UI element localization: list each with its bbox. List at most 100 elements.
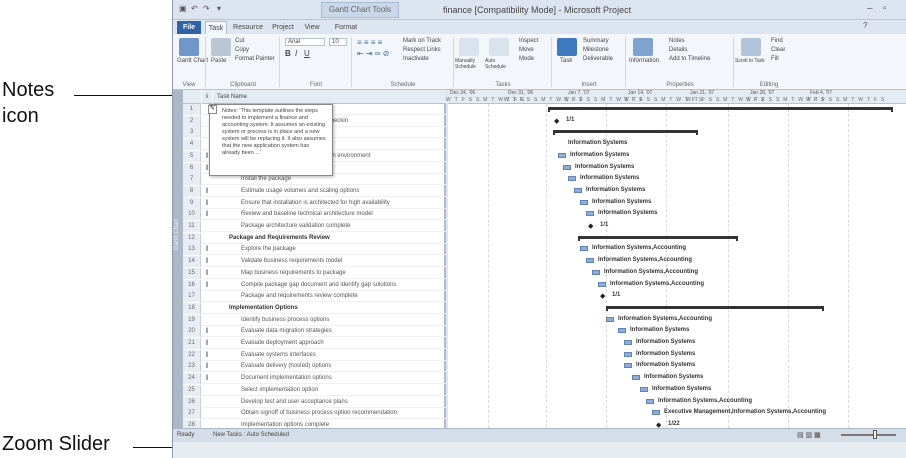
- view-bar[interactable]: Gantt Chart: [173, 90, 183, 428]
- clear-button[interactable]: Clear: [771, 47, 785, 53]
- task-bar[interactable]: [580, 246, 588, 252]
- task-name-cell[interactable]: Evaluate delivery (hosted) options: [241, 361, 446, 372]
- respect-links-button[interactable]: Respect Links: [403, 47, 441, 53]
- view-shortcut-icons[interactable]: ▤ ▥ ▦: [797, 431, 821, 439]
- table-row[interactable]: 12 Package and Requirements Review: [183, 232, 446, 244]
- manually-schedule-icon[interactable]: [459, 38, 479, 56]
- task-name-cell[interactable]: Evaluate data migration strategies: [241, 326, 446, 337]
- underline-button[interactable]: U: [304, 49, 310, 58]
- task-name-cell[interactable]: Evaluate deployment approach: [241, 338, 446, 349]
- redo-icon[interactable]: ↷: [203, 4, 210, 15]
- minimize-icon[interactable]: –: [867, 3, 873, 14]
- gantt-chart[interactable]: Dec 24, '06 W T F S S M T W T F S Dec 31, …: [446, 90, 906, 429]
- format-painter-button[interactable]: Format Painter: [235, 56, 275, 62]
- add-to-timeline-button[interactable]: Add to Timeline: [669, 56, 710, 62]
- task-bar[interactable]: [618, 328, 626, 334]
- horizontal-scrollbar[interactable]: [173, 442, 906, 458]
- table-row[interactable]: 14 ǁ Validate business requirements model: [183, 256, 446, 268]
- font-name-select[interactable]: Arial: [285, 38, 325, 46]
- indent-icons[interactable]: ⇤ ⇥ ∞ ⊘: [357, 49, 389, 58]
- task-bar[interactable]: [586, 211, 594, 217]
- mode-button[interactable]: Mode: [519, 56, 534, 62]
- paste-icon[interactable]: [211, 38, 231, 56]
- task-bar[interactable]: [646, 398, 654, 404]
- fill-button[interactable]: Fill: [771, 56, 779, 62]
- table-row[interactable]: 21 ǁ Evaluate deployment approach: [183, 338, 446, 349]
- summary-button[interactable]: Summary: [583, 38, 609, 44]
- customize-qat-icon[interactable]: ▾: [217, 4, 221, 15]
- deliverable-button[interactable]: Deliverable: [583, 56, 613, 62]
- copy-button[interactable]: Copy: [235, 47, 249, 53]
- table-row[interactable]: 17 Package and requirements review comple…: [183, 291, 446, 303]
- tab-view[interactable]: View: [301, 21, 323, 34]
- task-name-cell[interactable]: Package architecture validation complete: [241, 221, 446, 232]
- find-button[interactable]: Find: [771, 38, 783, 44]
- table-row[interactable]: 13 ǁ Explore the package: [183, 244, 446, 256]
- tab-file[interactable]: File: [177, 21, 201, 34]
- task-bar[interactable]: [640, 386, 648, 392]
- table-row[interactable]: 9 ǁ Ensure that installation is architecte…: [183, 197, 446, 209]
- table-row[interactable]: 27 Obtain signoff of business process opt…: [183, 408, 446, 420]
- task-name-cell[interactable]: Explore the package: [241, 244, 446, 255]
- cut-button[interactable]: Cut: [235, 38, 244, 44]
- task-name-cell[interactable]: Document implementation options: [241, 373, 446, 384]
- table-row[interactable]: 11 Package architecture validation comple…: [183, 221, 446, 232]
- table-row[interactable]: 16 ǁ Compile package gap document and iden…: [183, 279, 446, 291]
- header-indicators[interactable]: i: [202, 90, 212, 104]
- task-bar[interactable]: [624, 351, 632, 357]
- scroll-to-task-icon[interactable]: [741, 38, 761, 56]
- table-row[interactable]: 23 ǁ Evaluate delivery (hosted) options: [183, 361, 446, 373]
- task-name-cell[interactable]: Review and baseline technical architectu…: [241, 209, 446, 220]
- table-row[interactable]: 26 Develop test and user acceptance plans: [183, 396, 446, 408]
- task-name-cell[interactable]: Obtain signoff of business process optio…: [241, 408, 446, 419]
- milestone-icon[interactable]: ◆: [600, 293, 605, 300]
- zoom-slider-track[interactable]: [841, 434, 896, 436]
- task-bar[interactable]: [558, 152, 566, 158]
- table-row[interactable]: 8 ǁ Estimate usage volumes and scaling opt…: [183, 185, 446, 197]
- information-icon[interactable]: [633, 38, 653, 56]
- maximize-icon[interactable]: ▫: [883, 3, 887, 14]
- table-row[interactable]: 15 ǁ Map business requirements to package: [183, 267, 446, 279]
- zoom-slider-thumb[interactable]: [873, 430, 877, 439]
- task-bar[interactable]: [652, 410, 660, 416]
- auto-schedule-icon[interactable]: [489, 38, 509, 56]
- table-row[interactable]: 24 ǁ Document implementation options: [183, 373, 446, 385]
- font-size-select[interactable]: 10: [329, 38, 347, 46]
- gantt-chart-view-icon[interactable]: [179, 38, 199, 56]
- task-name-cell[interactable]: Validate business requirements model: [241, 256, 446, 267]
- move-button[interactable]: Move: [519, 47, 534, 53]
- inactivate-button[interactable]: Inactivate: [403, 56, 429, 62]
- italic-button[interactable]: I: [295, 49, 297, 58]
- table-row[interactable]: 25 Select implementation option: [183, 384, 446, 396]
- summary-bar[interactable]: [553, 130, 698, 136]
- task-bar[interactable]: [624, 340, 632, 345]
- task-bar[interactable]: [606, 316, 614, 322]
- tab-task[interactable]: Task: [205, 21, 227, 34]
- table-row[interactable]: 22 ǁ Evaluate systems interfaces: [183, 349, 446, 361]
- table-row[interactable]: 18 Implementation Options: [183, 302, 446, 314]
- tab-resource[interactable]: Resource: [231, 21, 265, 34]
- task-bar[interactable]: [632, 375, 640, 381]
- details-button[interactable]: Details: [669, 47, 687, 53]
- notes-icon[interactable]: ✎: [208, 105, 217, 114]
- new-tasks-mode[interactable]: New Tasks : Auto Scheduled: [213, 432, 289, 438]
- task-bar[interactable]: [624, 363, 632, 369]
- mark-on-track-button[interactable]: Mark on Track: [403, 38, 441, 44]
- task-name-cell[interactable]: Compile package gap document and identif…: [241, 280, 446, 291]
- task-name-cell[interactable]: Package and Requirements Review: [229, 233, 446, 244]
- gantt-align-icons[interactable]: ≡ ≡ ≡ ≡: [357, 38, 382, 47]
- table-row[interactable]: 20 ǁ Evaluate data migration strategies: [183, 326, 446, 338]
- summary-bar[interactable]: [578, 235, 738, 241]
- tab-format[interactable]: Format: [331, 21, 361, 34]
- milestone-icon[interactable]: ◆: [554, 118, 559, 125]
- task-name-cell[interactable]: Package and requirements review complete: [241, 291, 446, 302]
- task-bar[interactable]: [574, 187, 582, 193]
- milestone-button[interactable]: Milestone: [583, 47, 609, 53]
- task-bar[interactable]: [598, 281, 606, 287]
- task-bar[interactable]: [563, 164, 571, 170]
- table-row[interactable]: 19 Identify business process options: [183, 314, 446, 326]
- task-name-cell[interactable]: Identify business process options: [241, 315, 446, 326]
- header-task-name[interactable]: Task Name: [213, 90, 446, 104]
- task-name-cell[interactable]: Evaluate systems interfaces: [241, 350, 446, 361]
- notes-button[interactable]: Notes: [669, 38, 685, 44]
